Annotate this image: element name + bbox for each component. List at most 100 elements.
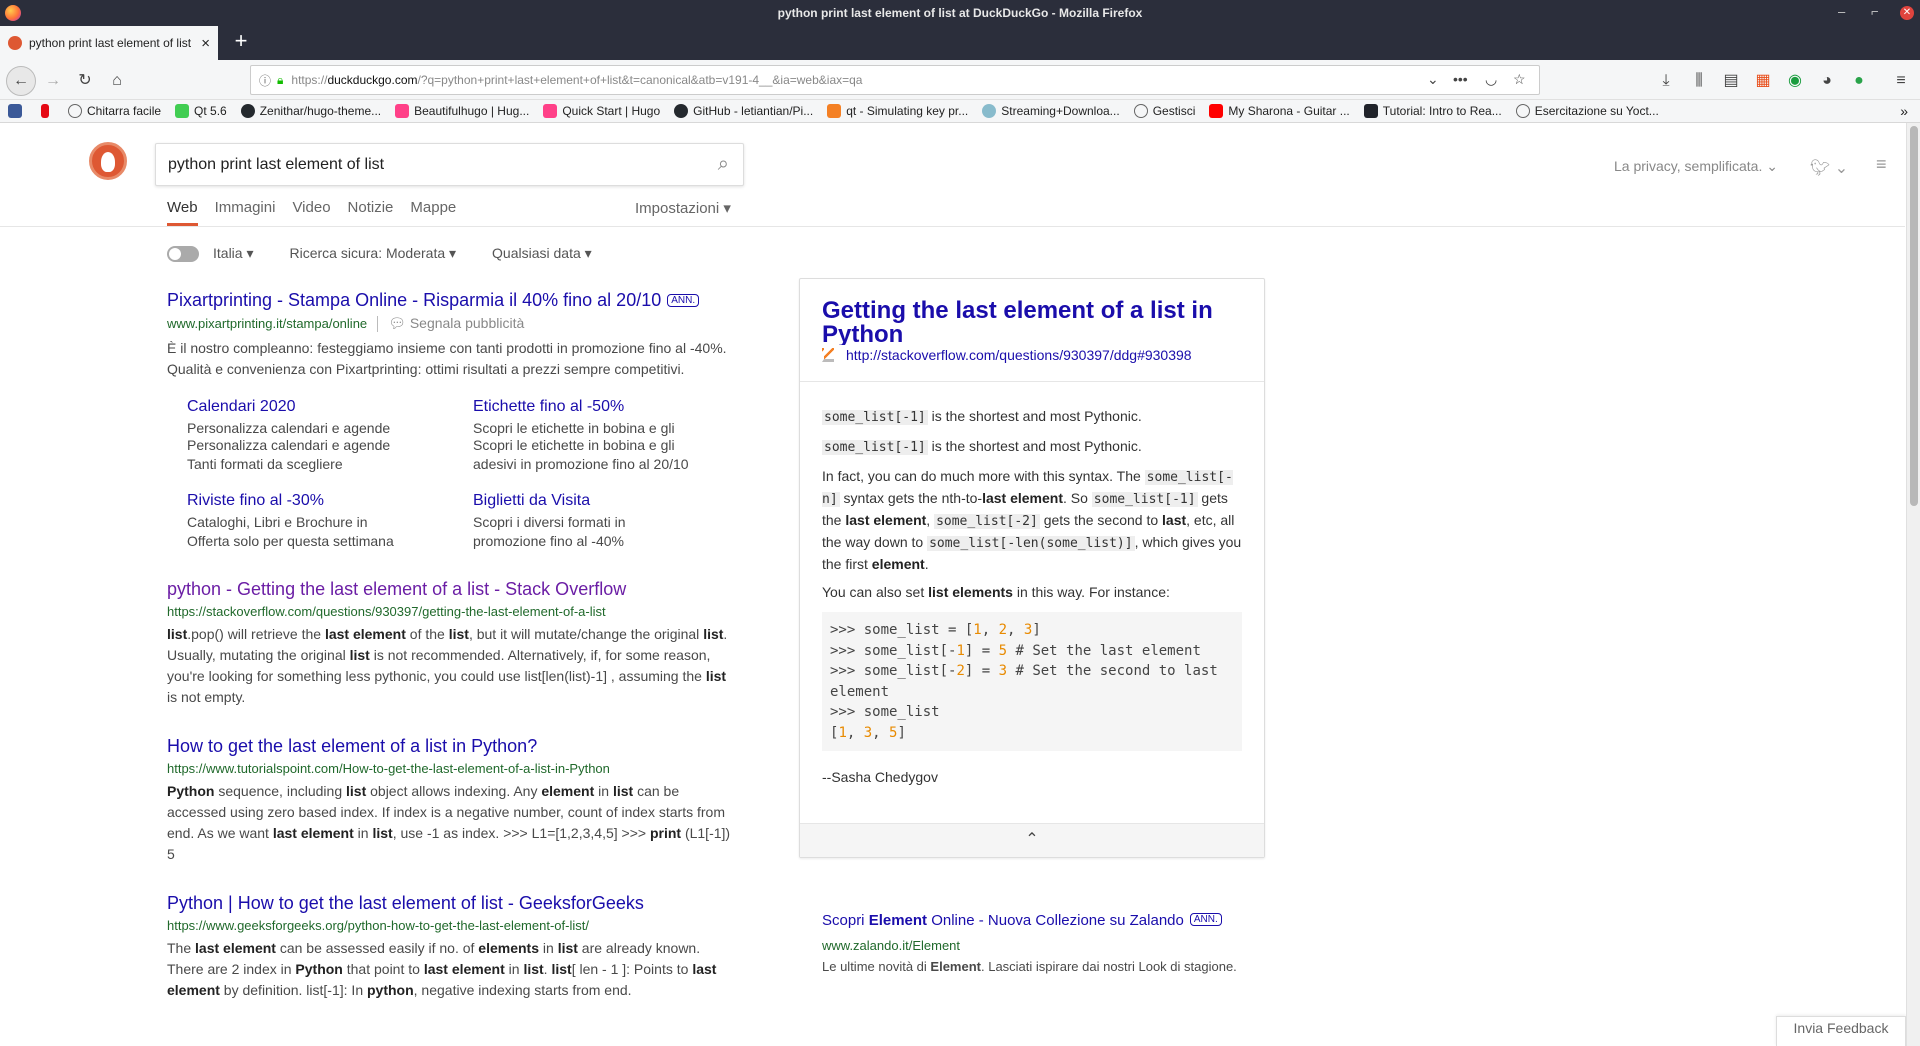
twitter-icon[interactable]: 🐦︎ ⌄ <box>1810 158 1848 178</box>
stackoverflow-icon <box>822 348 834 362</box>
forward-arrow-icon[interactable]: → <box>40 69 66 93</box>
settings-dropdown[interactable]: Impostazioni ▾ <box>635 199 731 217</box>
region-filter[interactable]: Italia ▾ <box>213 245 254 262</box>
bookmark-item[interactable]: Qt 5.6 <box>175 104 227 118</box>
github-icon <box>240 104 255 118</box>
url-bar[interactable]: ⓘ 🔒︎ https://duckduckgo.com/?q=python+pr… <box>250 65 1540 95</box>
close-window-icon[interactable]: ✕ <box>1900 6 1914 20</box>
sitelink-title[interactable]: Biglietti da Visita <box>473 492 759 510</box>
downloads-icon[interactable]: ⤓ <box>1653 69 1679 93</box>
url-dropdown-icon[interactable]: ⌄ <box>1427 71 1439 88</box>
ad-title-link[interactable]: Pixartprinting - Stampa Online - Risparm… <box>167 290 737 311</box>
back-arrow-icon[interactable]: ← <box>6 66 36 96</box>
ad-url[interactable]: www.pixartprinting.it/stampa/online <box>167 316 367 331</box>
search-type-tabs: Web Immagini Video Notizie Mappe <box>167 199 473 226</box>
bookmark-label: Chitarra facile <box>87 104 162 118</box>
browser-tab-active[interactable]: python print last element of list × <box>0 26 218 60</box>
safe-search-filter[interactable]: Ricerca sicura: Moderata ▾ <box>290 245 457 262</box>
duckduckgo-logo[interactable] <box>89 142 127 180</box>
navigation-toolbar: ← → ↻ ⌂ ⓘ 🔒︎ https://duckduckgo.com/?q=p… <box>0 60 1920 100</box>
reload-icon[interactable]: ↻ <box>72 69 98 93</box>
stackoverflow-icon <box>827 104 842 118</box>
sitelink-title[interactable]: Riviste fino al -30% <box>187 492 473 510</box>
bookmark-item[interactable]: My Sharona - Guitar ... <box>1209 104 1350 118</box>
bookmark-star-icon[interactable]: ☆ <box>1513 71 1526 88</box>
bookmark-label: Zenithar/hugo-theme... <box>259 104 382 118</box>
result-title-link[interactable]: Python | How to get the last element of … <box>167 893 737 914</box>
bookmark-item[interactable]: GitHub - letiantian/Pi... <box>674 104 813 118</box>
bookmark-item[interactable]: Esercitazione su Yoct... <box>1515 104 1659 118</box>
sitelink-title[interactable]: Etichette fino al -50% <box>473 398 759 416</box>
bookmark-label: My Sharona - Guitar ... <box>1228 104 1350 118</box>
bookmark-item[interactable]: Streaming+Downloa... <box>982 104 1120 118</box>
library-icon[interactable]: ⫼ <box>1686 69 1712 93</box>
tab-web[interactable]: Web <box>167 199 198 226</box>
netflix-icon <box>41 104 49 118</box>
side-ad-title-link[interactable]: Scopri Element Online - Nuova Collezione… <box>822 912 1222 929</box>
sitelink-title[interactable]: Calendari 2020 <box>187 398 473 416</box>
ad-badge: ANN. <box>667 294 700 307</box>
infobox-source-link[interactable]: http://stackoverflow.com/questions/93039… <box>846 347 1192 363</box>
page-actions-icon[interactable]: ••• <box>1453 71 1468 87</box>
globe-icon <box>68 104 82 118</box>
page-scrollbar[interactable] <box>1906 123 1920 1046</box>
minimize-icon[interactable]: – <box>1838 4 1845 19</box>
bookmark-item[interactable]: Gestisci <box>1133 104 1196 118</box>
url-domain: duckduckgo.com <box>327 73 418 87</box>
search-input[interactable]: python print last element of list ⌕ <box>155 143 744 186</box>
result-url[interactable]: https://stackoverflow.com/questions/9303… <box>167 604 737 619</box>
sitelink: Calendari 2020 Personalizza calendari e … <box>187 398 473 474</box>
date-filter[interactable]: Qualsiasi data ▾ <box>492 245 592 262</box>
bookmark-item[interactable]: Quick Start | Hugo <box>543 104 660 118</box>
sitelink: Etichette fino al -50% Scopri le etichet… <box>473 398 759 474</box>
hamburger-menu-icon[interactable]: ≡ <box>1876 154 1887 175</box>
code-block: >>> some_list = [1, 2, 3] >>> some_list[… <box>822 612 1242 751</box>
bookmark-item[interactable]: Chitarra facile <box>68 104 161 118</box>
result-url[interactable]: https://www.geeksforgeeks.org/python-how… <box>167 918 737 933</box>
tab-video[interactable]: Video <box>292 199 330 226</box>
infobox-title[interactable]: Getting the last element of a list in Py… <box>822 299 1242 345</box>
ad-snippet: È il nostro compleanno: festeggiamo insi… <box>167 340 727 377</box>
report-ad-link[interactable]: 💬︎ Segnala pubblicità <box>388 315 524 332</box>
hamburger-menu-icon[interactable]: ≡ <box>1888 69 1914 93</box>
restore-icon[interactable]: ⌐ <box>1871 4 1879 19</box>
bookmarks-overflow-icon[interactable]: » <box>1900 103 1908 119</box>
result-title-link[interactable]: python - Getting the last element of a l… <box>167 579 737 600</box>
result-url[interactable]: https://www.tutorialspoint.com/How-to-ge… <box>167 761 737 776</box>
new-tab-icon[interactable]: + <box>226 28 256 54</box>
answer-author: --Sasha Chedygov <box>822 769 938 785</box>
account-icon[interactable]: ◕ <box>1814 69 1840 93</box>
tab-title: python print last element of list <box>29 36 192 50</box>
ad-sitelinks: Calendari 2020 Personalizza calendari e … <box>187 398 737 551</box>
pocket-icon[interactable]: ◡ <box>1485 71 1497 88</box>
tab-images[interactable]: Immagini <box>215 199 276 226</box>
tab-maps[interactable]: Mappe <box>410 199 456 226</box>
bookmark-label: Gestisci <box>1152 104 1196 118</box>
site-info-icon[interactable]: ⓘ <box>259 72 271 89</box>
window-titlebar: python print last element of list at Duc… <box>0 0 1920 26</box>
tab-close-icon[interactable]: × <box>201 35 210 52</box>
result-title-link[interactable]: How to get the last element of a list in… <box>167 736 737 757</box>
search-icon[interactable]: ⌕ <box>718 153 729 176</box>
bookmark-item[interactable]: qt - Simulating key pr... <box>827 104 968 118</box>
apps-grid-icon[interactable]: ▦ <box>1750 69 1776 93</box>
bookmark-label: Quick Start | Hugo <box>562 104 661 118</box>
bookmark-item[interactable] <box>41 104 54 118</box>
extension-icon[interactable]: ◉ <box>1782 69 1808 93</box>
side-ad-url[interactable]: www.zalando.it/Element <box>822 938 1282 953</box>
bookmark-item[interactable]: Tutorial: Intro to Rea... <box>1363 104 1502 118</box>
bookmark-item[interactable]: Zenithar/hugo-theme... <box>240 104 382 118</box>
feedback-button[interactable]: Invia Feedback <box>1776 1016 1906 1046</box>
bookmark-item[interactable]: Beautifulhugo | Hug... <box>395 104 529 118</box>
results-list: Pixartprinting - Stampa Online - Risparm… <box>167 290 737 1029</box>
bookmark-item[interactable] <box>8 104 27 118</box>
tab-news[interactable]: Notizie <box>348 199 394 226</box>
privacy-dropdown[interactable]: La privacy, semplificata. ⌄ <box>1614 158 1778 175</box>
collapse-button[interactable]: ⌃ <box>800 823 1264 857</box>
scrollbar-thumb[interactable] <box>1910 126 1918 506</box>
sidebar-icon[interactable]: ▤ <box>1718 69 1744 93</box>
home-icon[interactable]: ⌂ <box>104 69 130 93</box>
region-toggle[interactable] <box>167 245 199 262</box>
profile-avatar-icon[interactable]: ● <box>1846 69 1872 93</box>
hugo-icon <box>395 104 410 118</box>
